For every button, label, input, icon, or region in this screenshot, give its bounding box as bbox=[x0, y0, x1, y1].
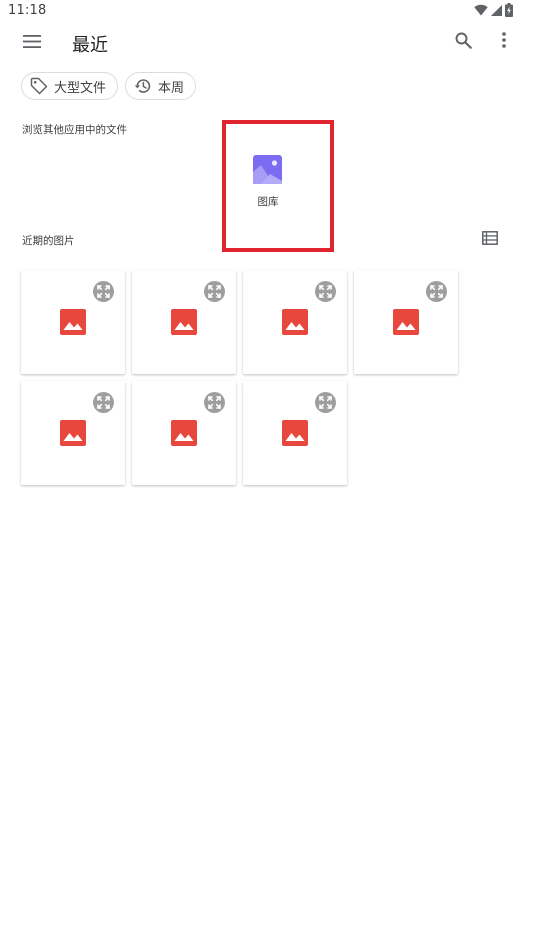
status-time: 11:18 bbox=[8, 3, 47, 18]
wifi-icon bbox=[474, 4, 488, 16]
search-icon bbox=[455, 32, 472, 53]
list-view-icon bbox=[482, 230, 498, 249]
gallery-label: 图库 bbox=[257, 196, 279, 208]
browse-apps-heading: 浏览其他应用中的文件 bbox=[22, 124, 127, 136]
gallery-app-shortcut[interactable]: 图库 bbox=[238, 148, 298, 218]
search-button[interactable] bbox=[451, 30, 475, 54]
image-icon bbox=[393, 309, 419, 335]
image-thumbnail[interactable] bbox=[243, 270, 347, 374]
battery-charging-icon bbox=[505, 3, 513, 17]
page-title: 最近 bbox=[72, 35, 108, 56]
more-options-button[interactable] bbox=[492, 30, 516, 54]
image-icon bbox=[282, 309, 308, 335]
chip-this-week[interactable]: 本周 bbox=[125, 72, 196, 100]
expand-icon[interactable] bbox=[315, 281, 336, 302]
image-thumbnail[interactable] bbox=[243, 381, 347, 485]
image-thumbnail[interactable] bbox=[132, 270, 236, 374]
gallery-icon bbox=[253, 155, 282, 184]
expand-icon[interactable] bbox=[204, 281, 225, 302]
expand-icon[interactable] bbox=[315, 392, 336, 413]
app-bar: 最近 bbox=[0, 22, 535, 64]
tag-icon bbox=[30, 77, 48, 95]
image-thumbnail[interactable] bbox=[132, 381, 236, 485]
image-thumbnail[interactable] bbox=[354, 270, 458, 374]
status-bar: 11:18 bbox=[0, 0, 535, 22]
status-icons bbox=[474, 3, 513, 17]
image-thumbnail[interactable] bbox=[21, 270, 125, 374]
image-icon bbox=[171, 309, 197, 335]
cellular-signal-icon bbox=[491, 4, 502, 16]
image-thumbnail[interactable] bbox=[21, 381, 125, 485]
menu-button[interactable] bbox=[20, 30, 44, 54]
expand-icon[interactable] bbox=[93, 281, 114, 302]
image-icon bbox=[171, 420, 197, 446]
recent-images-heading: 近期的图片 bbox=[22, 235, 75, 247]
more-vert-icon bbox=[502, 32, 506, 52]
chip-large-files[interactable]: 大型文件 bbox=[21, 72, 118, 100]
chip-label: 本周 bbox=[158, 80, 185, 96]
list-view-toggle[interactable] bbox=[482, 230, 500, 248]
menu-icon bbox=[23, 33, 41, 52]
expand-icon[interactable] bbox=[93, 392, 114, 413]
expand-icon[interactable] bbox=[426, 281, 447, 302]
image-icon bbox=[60, 309, 86, 335]
expand-icon[interactable] bbox=[204, 392, 225, 413]
image-icon bbox=[282, 420, 308, 446]
history-icon bbox=[134, 77, 152, 95]
recent-files-screen: 11:18 最近 大型文件 本周 浏览其他应用中的文件 图库 近期的图片 bbox=[0, 0, 535, 951]
chip-label: 大型文件 bbox=[54, 80, 107, 96]
image-icon bbox=[60, 420, 86, 446]
